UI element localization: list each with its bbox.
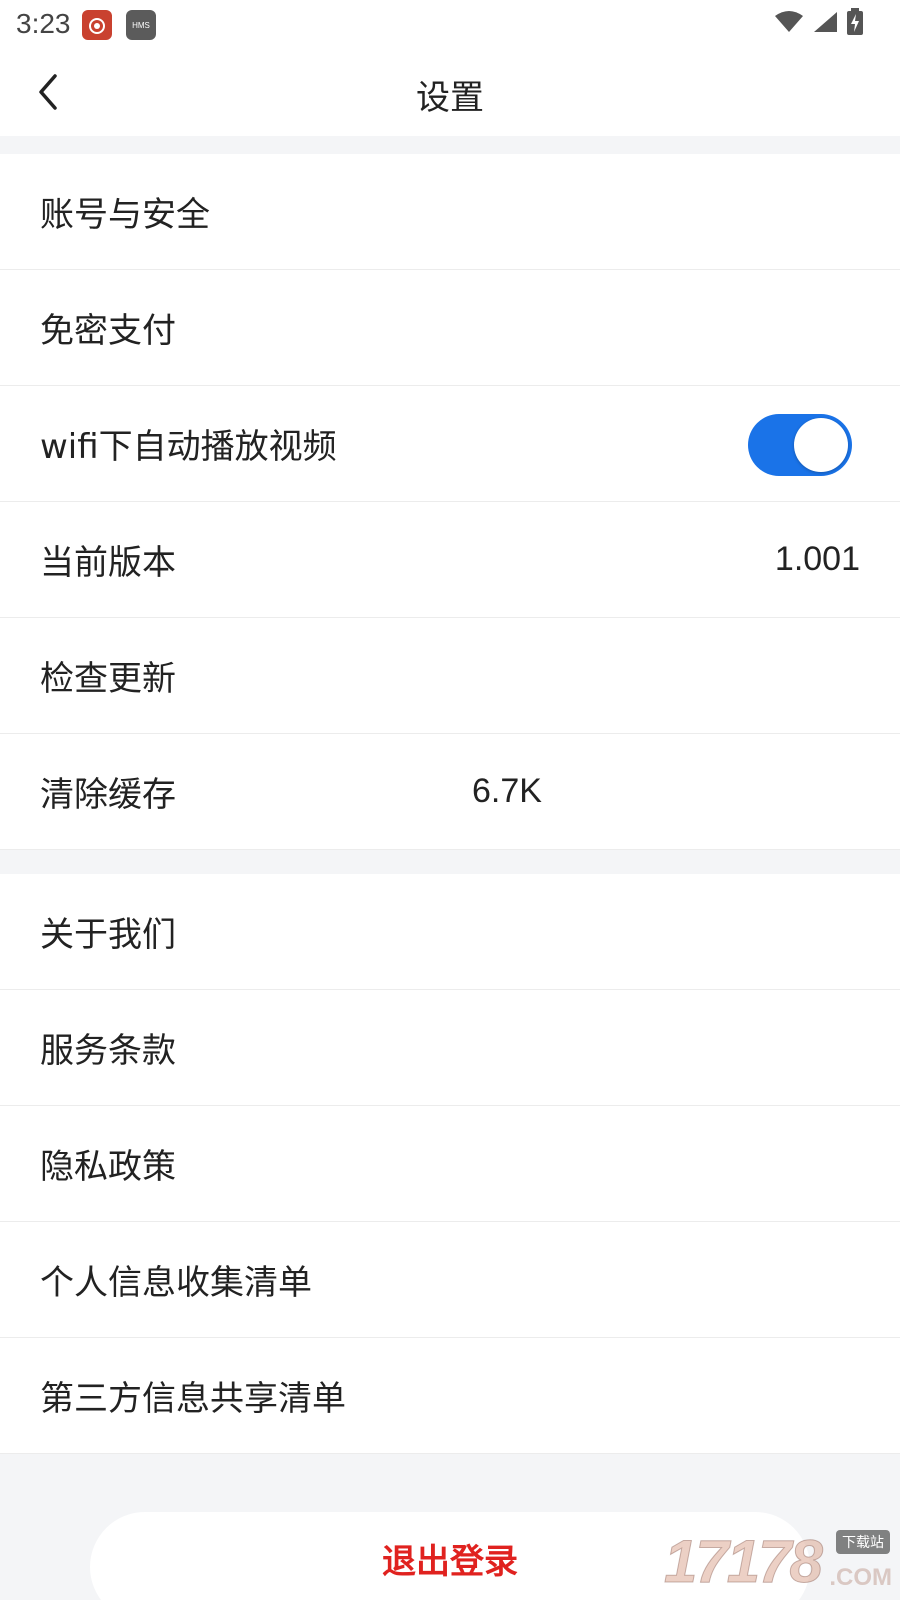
row-about-us[interactable]: 关于我们 bbox=[0, 874, 900, 990]
status-time: 3:23 bbox=[16, 8, 71, 39]
watermark-suffix: .COM bbox=[829, 1564, 892, 1591]
watermark-number: 17178 bbox=[664, 1528, 824, 1596]
row-check-update[interactable]: 检查更新 bbox=[0, 618, 900, 734]
row-personal-info-list[interactable]: 个人信息收集清单 bbox=[0, 1222, 900, 1338]
status-icons bbox=[774, 8, 864, 36]
row-label: 关于我们 bbox=[40, 915, 176, 955]
nav-header: 设置 bbox=[0, 48, 900, 136]
version-value: 1.001 bbox=[774, 540, 860, 578]
row-label: wifi下自动播放视频 bbox=[40, 427, 337, 467]
row-current-version: 当前版本 1.001 bbox=[0, 502, 900, 618]
logout-label: 退出登录 bbox=[382, 1542, 518, 1582]
settings-page: 3:23 HMS 设置 账号与安全 免密支付 wifi下自动播放视频 当前版本 … bbox=[0, 0, 900, 1600]
battery-charging-icon bbox=[847, 8, 863, 35]
row-label: 第三方信息共享清单 bbox=[40, 1379, 346, 1419]
settings-group-about: 关于我们 服务条款 隐私政策 个人信息收集清单 第三方信息共享清单 bbox=[0, 874, 900, 1454]
row-privacy-policy[interactable]: 隐私政策 bbox=[0, 1106, 900, 1222]
row-wifi-autoplay: wifi下自动播放视频 bbox=[0, 386, 900, 502]
row-label: 检查更新 bbox=[40, 659, 176, 699]
row-password-free-payment[interactable]: 免密支付 bbox=[0, 270, 900, 386]
hms-icon-label: HMS bbox=[132, 20, 150, 30]
row-label: 服务条款 bbox=[40, 1031, 176, 1071]
row-account-security[interactable]: 账号与安全 bbox=[0, 154, 900, 270]
row-clear-cache[interactable]: 清除缓存 6.7K bbox=[0, 734, 900, 850]
row-label: 隐私政策 bbox=[40, 1147, 176, 1187]
row-label: 清除缓存 bbox=[40, 775, 176, 815]
weibo-app-icon bbox=[82, 10, 112, 40]
toggle-knob bbox=[794, 418, 848, 472]
site-watermark: 17178 下载站 .COM bbox=[664, 1528, 894, 1596]
watermark-badge: 下载站 bbox=[836, 1530, 890, 1554]
hms-app-icon: HMS bbox=[126, 10, 156, 40]
wifi-autoplay-toggle[interactable] bbox=[748, 414, 852, 476]
row-label: 当前版本 bbox=[40, 543, 176, 583]
wifi-icon bbox=[775, 11, 803, 32]
page-title: 设置 bbox=[416, 78, 484, 118]
row-label: 账号与安全 bbox=[40, 195, 210, 235]
signal-icon bbox=[814, 12, 837, 32]
row-terms-of-service[interactable]: 服务条款 bbox=[0, 990, 900, 1106]
row-label: 免密支付 bbox=[40, 311, 176, 351]
settings-group-account: 账号与安全 免密支付 wifi下自动播放视频 当前版本 1.001 检查更新 清… bbox=[0, 154, 900, 850]
row-label: 个人信息收集清单 bbox=[40, 1263, 312, 1303]
row-third-party-sharing-list[interactable]: 第三方信息共享清单 bbox=[0, 1338, 900, 1454]
cache-size-value: 6.7K bbox=[472, 772, 542, 810]
status-bar: 3:23 HMS bbox=[0, 0, 900, 48]
